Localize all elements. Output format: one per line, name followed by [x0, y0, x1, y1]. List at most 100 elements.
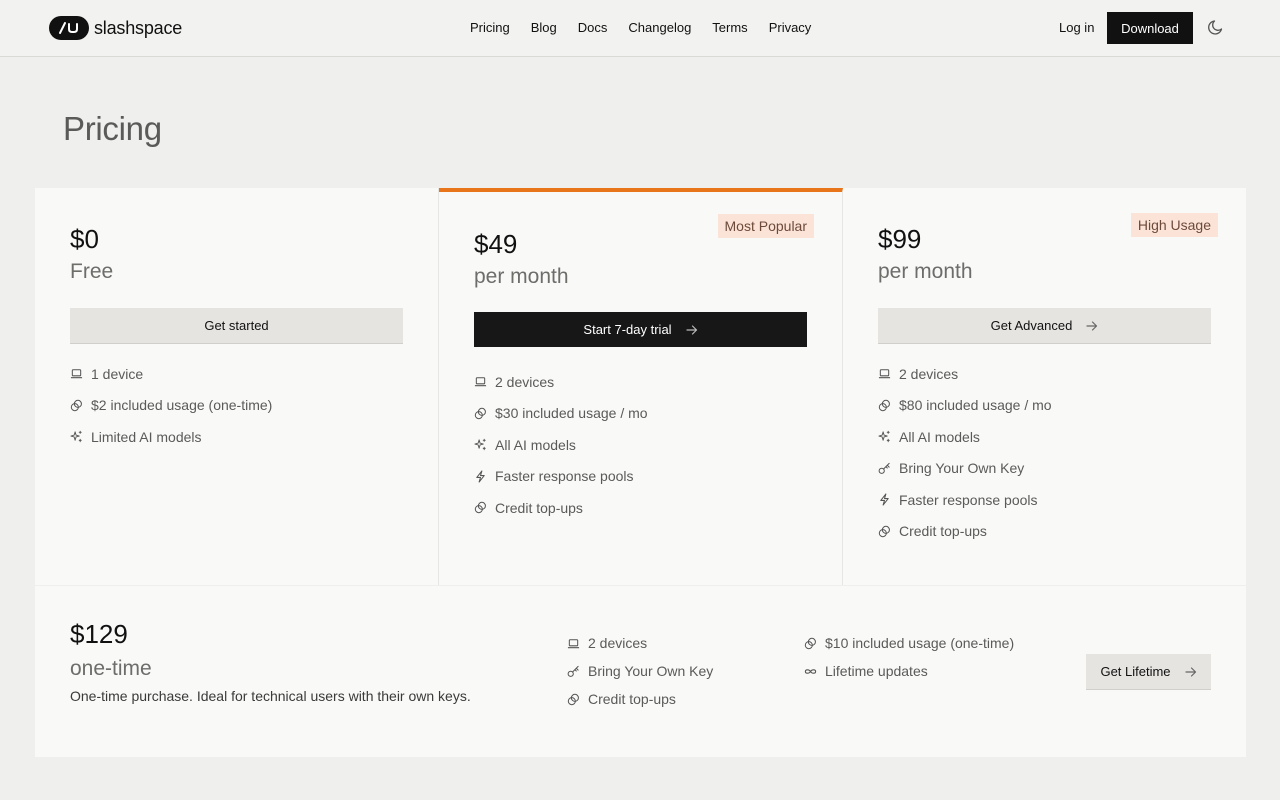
- get-advanced-button[interactable]: Get Advanced: [878, 308, 1211, 343]
- plan-period: Free: [70, 260, 114, 283]
- logo[interactable]: slashspace: [49, 16, 182, 40]
- list-item: $80 included usage / mo: [878, 390, 1052, 422]
- key-icon: [878, 462, 891, 475]
- laptop-icon: [70, 367, 83, 380]
- key-icon: [567, 665, 580, 678]
- plan-period: per month: [474, 265, 569, 288]
- nav-docs[interactable]: Docs: [578, 20, 608, 35]
- plan-price: $0: [70, 224, 99, 254]
- list-item: Bring Your Own Key: [567, 657, 713, 685]
- feature-list: 2 devices Bring Your Own Key Credit top-…: [567, 629, 713, 713]
- feature-text: Credit top-ups: [495, 499, 583, 516]
- plan-period: per month: [878, 260, 973, 283]
- feature-text: $2 included usage (one-time): [91, 397, 273, 414]
- plan-price: $49: [474, 229, 518, 259]
- feature-text: Credit top-ups: [899, 523, 987, 540]
- plan-card-free: $0 Free Get started 1 device $2 included…: [35, 188, 439, 585]
- list-item: Credit top-ups: [878, 516, 1052, 548]
- nav-changelog[interactable]: Changelog: [628, 20, 691, 35]
- arrow-right-icon: [1086, 320, 1098, 332]
- pricing-cards: $0 Free Get started 1 device $2 included…: [35, 188, 1246, 585]
- feature-text: 2 devices: [899, 365, 959, 382]
- nav-blog[interactable]: Blog: [531, 20, 557, 35]
- plan-price: $99: [878, 224, 922, 254]
- list-item: $10 included usage (one-time): [804, 629, 1014, 657]
- coins-icon: [878, 525, 891, 538]
- laptop-icon: [474, 375, 487, 388]
- list-item: 2 devices: [474, 366, 648, 398]
- feature-text: Credit top-ups: [588, 691, 676, 707]
- nav-privacy[interactable]: Privacy: [769, 20, 812, 35]
- arrow-right-icon: [1185, 666, 1197, 678]
- button-label: Get started: [204, 318, 269, 333]
- coins-icon: [474, 501, 487, 514]
- feature-text: $80 included usage / mo: [899, 397, 1052, 414]
- feature-list: $10 included usage (one-time) Lifetime u…: [804, 629, 1014, 685]
- sparkles-icon: [70, 430, 83, 443]
- list-item: Credit top-ups: [567, 685, 713, 713]
- button-label: Get Lifetime: [1100, 664, 1171, 679]
- plan-price: $129: [70, 619, 128, 649]
- infinity-icon: [804, 665, 817, 678]
- coins-icon: [878, 399, 891, 412]
- get-lifetime-button[interactable]: Get Lifetime: [1086, 654, 1211, 689]
- feature-text: 2 devices: [588, 635, 648, 651]
- feature-text: Bring Your Own Key: [588, 663, 714, 679]
- plan-card-lifetime: $129 one-time One-time purchase. Ideal f…: [35, 586, 1246, 757]
- site-header: slashspace Pricing Blog Docs Changelog T…: [0, 0, 1280, 57]
- logo-mark-icon: [49, 16, 89, 40]
- page-title: Pricing: [63, 110, 162, 147]
- feature-list: 2 devices $30 included usage / mo All AI…: [474, 366, 648, 524]
- plan-period: one-time: [70, 657, 152, 680]
- feature-text: Faster response pools: [495, 468, 634, 485]
- feature-text: Faster response pools: [899, 491, 1038, 508]
- button-label: Get Advanced: [990, 318, 1073, 333]
- list-item: $2 included usage (one-time): [70, 390, 272, 422]
- nav-pricing[interactable]: Pricing: [470, 20, 510, 35]
- moon-icon[interactable]: [1207, 18, 1225, 36]
- feature-list: 2 devices $80 included usage / mo All AI…: [878, 358, 1052, 547]
- coins-icon: [70, 399, 83, 412]
- plan-card-pro: $49 per month Most Popular Start 7-day t…: [439, 188, 843, 585]
- feature-text: 2 devices: [495, 373, 555, 390]
- list-item: 1 device: [70, 358, 272, 390]
- feature-text: All AI models: [899, 428, 980, 445]
- feature-list: 1 device $2 included usage (one-time) Li…: [70, 358, 272, 453]
- list-item: All AI models: [878, 421, 1052, 453]
- sparkles-icon: [878, 430, 891, 443]
- feature-text: Limited AI models: [91, 428, 202, 445]
- sparkles-icon: [474, 438, 487, 451]
- main-nav: Pricing Blog Docs Changelog Terms Privac…: [470, 20, 832, 35]
- arrow-right-icon: [686, 324, 698, 336]
- list-item: Faster response pools: [878, 484, 1052, 516]
- plan-card-advanced: $99 per month High Usage Get Advanced 2 …: [843, 188, 1246, 585]
- nav-terms[interactable]: Terms: [712, 20, 747, 35]
- list-item: All AI models: [474, 429, 648, 461]
- lightning-icon: [474, 470, 487, 483]
- lightning-icon: [878, 493, 891, 506]
- list-item: $30 included usage / mo: [474, 398, 648, 430]
- get-started-button[interactable]: Get started: [70, 308, 403, 343]
- list-item: Credit top-ups: [474, 492, 648, 524]
- list-item: 2 devices: [878, 358, 1052, 390]
- list-item: Bring Your Own Key: [878, 453, 1052, 485]
- download-button[interactable]: Download: [1107, 12, 1193, 44]
- list-item: Lifetime updates: [804, 657, 1014, 685]
- coins-icon: [567, 693, 580, 706]
- feature-text: $30 included usage / mo: [495, 405, 648, 422]
- feature-text: Bring Your Own Key: [899, 460, 1025, 477]
- start-trial-button[interactable]: Start 7-day trial: [474, 312, 807, 347]
- login-link[interactable]: Log in: [1059, 20, 1094, 35]
- plan-description: One-time purchase. Ideal for technical u…: [70, 688, 471, 704]
- list-item: Limited AI models: [70, 421, 272, 453]
- list-item: Faster response pools: [474, 461, 648, 493]
- list-item: 2 devices: [567, 629, 713, 657]
- laptop-icon: [567, 637, 580, 650]
- feature-text: 1 device: [91, 365, 144, 382]
- laptop-icon: [878, 367, 891, 380]
- feature-text: $10 included usage (one-time): [825, 635, 1015, 651]
- button-label: Start 7-day trial: [583, 322, 672, 337]
- feature-text: Lifetime updates: [825, 663, 928, 679]
- coins-icon: [474, 407, 487, 420]
- coins-icon: [804, 637, 817, 650]
